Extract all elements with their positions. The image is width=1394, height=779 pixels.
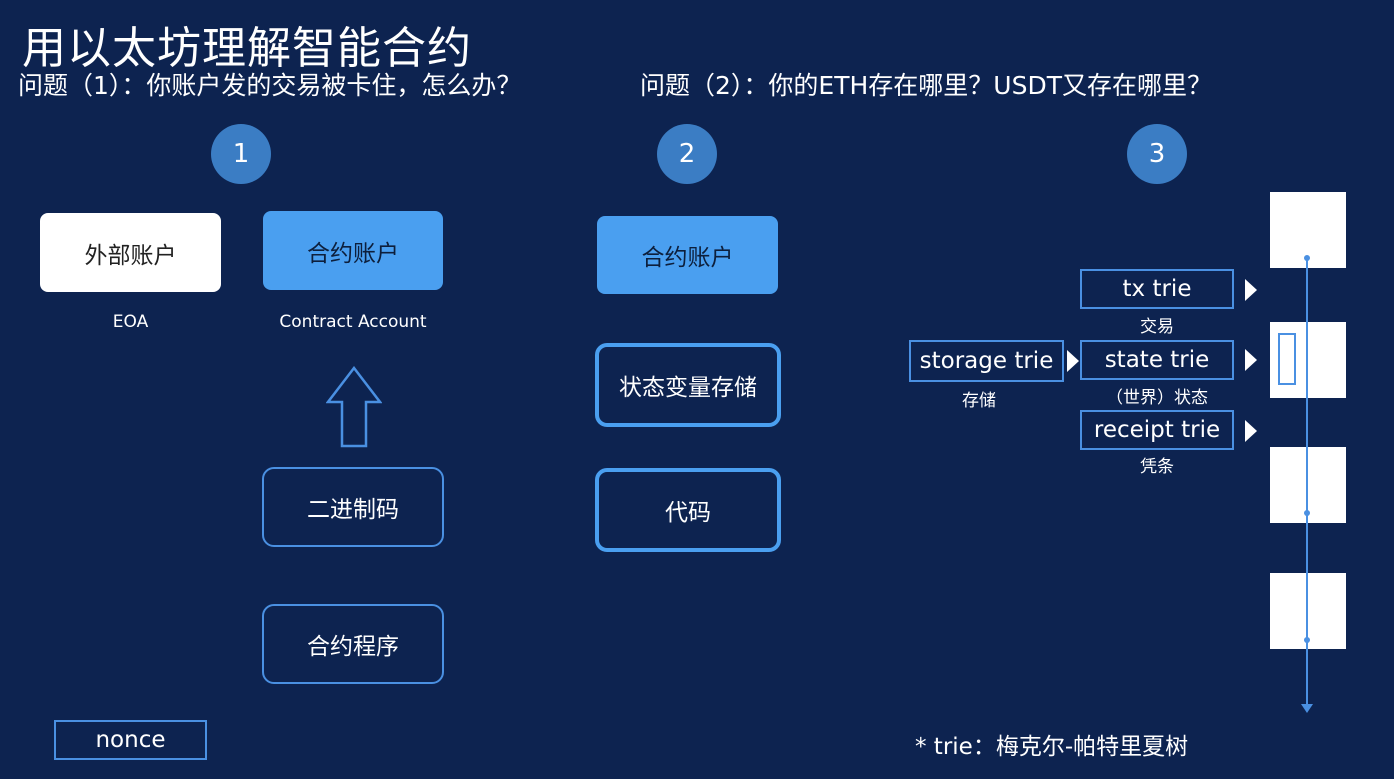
step-2-circle: 2 xyxy=(657,124,717,184)
state-variable-storage-box: 状态变量存储 xyxy=(595,343,781,427)
chain-dot xyxy=(1304,510,1310,516)
contract-program-box: 合约程序 xyxy=(262,604,444,684)
state-trie-box: state trie xyxy=(1080,340,1234,380)
receipt-arrow-icon xyxy=(1245,420,1257,442)
step-1-circle: 1 xyxy=(211,124,271,184)
block-2-state-root-marker xyxy=(1278,333,1296,385)
contract-account-box-2: 合约账户 xyxy=(597,216,778,294)
question-2: 问题（2）：你的ETH存在哪里？USDT又存在哪里？ xyxy=(640,71,1212,100)
chain-dot xyxy=(1304,637,1310,643)
receipt-trie-label: 凭条 xyxy=(1140,457,1174,477)
state-trie-label: （世界）状态 xyxy=(1106,388,1208,408)
receipt-trie-box: receipt trie xyxy=(1080,410,1234,450)
step-3-circle: 3 xyxy=(1127,124,1187,184)
eoa-label: EOA xyxy=(112,312,149,332)
storage-trie-label: 存储 xyxy=(962,391,996,411)
contract-account-box: 合约账户 xyxy=(263,211,443,290)
nonce-box: nonce xyxy=(54,720,207,760)
chain-arrow-icon xyxy=(1301,704,1313,713)
tx-trie-label: 交易 xyxy=(1140,317,1174,337)
contract-account-label: Contract Account xyxy=(279,312,427,332)
eoa-box: 外部账户 xyxy=(40,213,221,292)
footnote: * trie：梅克尔-帕特里夏树 xyxy=(915,734,1189,760)
bytecode-box: 二进制码 xyxy=(262,467,444,547)
tx-arrow-icon xyxy=(1245,279,1257,301)
state-arrow-icon xyxy=(1245,349,1257,371)
chain-dot xyxy=(1304,255,1310,261)
up-arrow-icon xyxy=(326,366,382,448)
storage-arrow-icon xyxy=(1067,350,1079,372)
storage-trie-box: storage trie xyxy=(909,340,1064,382)
tx-trie-box: tx trie xyxy=(1080,269,1234,309)
question-1: 问题（1）：你账户发的交易被卡住，怎么办？ xyxy=(18,71,522,100)
code-box: 代码 xyxy=(595,468,781,552)
